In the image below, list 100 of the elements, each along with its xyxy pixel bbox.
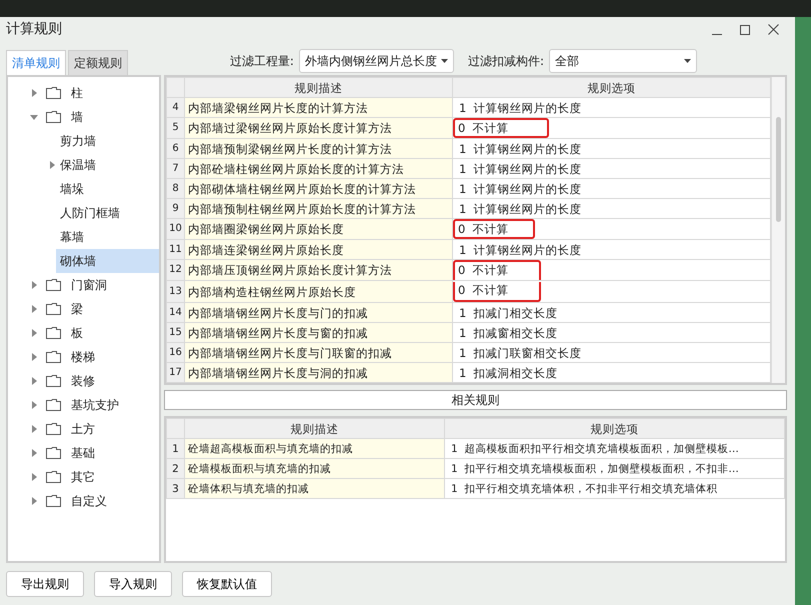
folder-icon xyxy=(46,87,61,100)
filter-dropdown[interactable]: 全部 xyxy=(549,49,697,74)
option-cell[interactable]: 1 扣平行相交填充墙体积，不扣非平行相交填充墙体积 xyxy=(444,478,784,499)
table-cell[interactable]: 内部墙圈梁钢丝网片原始长度 xyxy=(184,218,452,240)
section-header: 相关规则 xyxy=(164,390,787,410)
table-cell[interactable]: 内部砼墙柱钢丝网片原始长度的计算方法 xyxy=(184,158,452,179)
table-cell[interactable]: 内部墙墙钢丝网片长度与洞的扣减 xyxy=(184,362,452,383)
action-button[interactable]: 恢复默认值 xyxy=(182,571,272,598)
caret-right-icon[interactable] xyxy=(50,161,54,170)
caret-right-icon[interactable] xyxy=(32,353,36,362)
row-number: 3 xyxy=(166,478,184,499)
caret-down-icon[interactable] xyxy=(30,114,38,120)
option-cell[interactable]: 1 计算钢丝网片的长度 xyxy=(452,198,770,219)
tree-item[interactable]: 其它 xyxy=(8,465,159,490)
table-cell[interactable]: 内部墙预制梁钢丝网片长度的计算方法 xyxy=(184,138,452,159)
folder-icon xyxy=(46,399,61,412)
caret-right-icon[interactable] xyxy=(32,449,36,458)
caret-right-icon[interactable] xyxy=(32,329,36,338)
option-cell[interactable]: 1 计算钢丝网片的长度 xyxy=(452,138,770,159)
table-cell[interactable]: 砼墙超高模板面积与填充墙的扣减 xyxy=(184,438,444,459)
caret-right-icon[interactable] xyxy=(32,305,36,314)
row-number: 11 xyxy=(166,240,184,260)
table-cell[interactable]: 砼墙模板面积与填充墙的扣减 xyxy=(184,458,444,479)
column-header: 规则选项 xyxy=(444,418,784,439)
tree-item[interactable]: 楼梯 xyxy=(8,345,159,370)
table-cell[interactable]: 内部墙压顶钢丝网片原始长度计算方法 xyxy=(184,260,452,281)
table-cell[interactable]: 内部墙过梁钢丝网片原始长度计算方法 xyxy=(184,118,452,139)
row-number: 12 xyxy=(166,260,184,281)
table-cell[interactable]: 内部墙连梁钢丝网片原始长度 xyxy=(184,240,452,260)
row-number: 4 xyxy=(166,98,184,118)
column-header: 规则选项 xyxy=(452,78,770,98)
option-cell[interactable]: 1 超高模板面积扣平行相交填充墙模板面积，加侧壁模板… xyxy=(444,438,784,459)
minimize-icon xyxy=(712,34,722,36)
caret-right-icon[interactable] xyxy=(32,497,36,506)
caret-right-icon[interactable] xyxy=(32,89,36,98)
option-cell[interactable]: 0 不计算 xyxy=(452,260,770,281)
action-button[interactable]: 导入规则 xyxy=(94,571,172,598)
tree-item[interactable]: 门窗洞 xyxy=(8,273,159,298)
table-cell[interactable]: 内部砌体墙柱钢丝网片原始长度的计算方法 xyxy=(184,178,452,199)
option-cell[interactable]: 1 计算钢丝网片的长度 xyxy=(452,240,770,260)
option-cell[interactable]: 0 不计算 xyxy=(452,280,770,303)
tree-item[interactable]: 土方 xyxy=(8,417,159,442)
tree-item[interactable]: 梁 xyxy=(8,297,159,322)
row-number: 16 xyxy=(166,342,184,363)
rule-tab[interactable]: 定额规则 xyxy=(68,50,128,76)
tree-item[interactable]: 柱 xyxy=(8,81,159,106)
tree-item[interactable]: 装修 xyxy=(8,369,159,394)
table-cell[interactable]: 砼墙体积与填充墙的扣减 xyxy=(184,478,444,499)
maximize-icon xyxy=(740,24,750,35)
row-number: 2 xyxy=(166,458,184,479)
row-number: 10 xyxy=(166,218,184,240)
folder-icon xyxy=(46,351,61,364)
caret-right-icon[interactable] xyxy=(32,281,36,290)
action-button[interactable]: 导出规则 xyxy=(6,571,84,598)
table-cell[interactable]: 内部墙梁钢丝网片长度的计算方法 xyxy=(184,98,452,118)
tree-item[interactable]: 剪力墙 xyxy=(8,129,159,154)
caret-right-icon[interactable] xyxy=(32,401,36,410)
column-header: 规则描述 xyxy=(184,78,452,98)
row-number: 8 xyxy=(166,178,184,199)
option-cell[interactable]: 1 扣减洞相交长度 xyxy=(452,362,770,383)
tree-item[interactable]: 保温墙 xyxy=(8,153,159,178)
tree-item[interactable]: 板 xyxy=(8,321,159,346)
row-number: 1 xyxy=(166,438,184,459)
table-cell[interactable]: 内部墙构造柱钢丝网片原始长度 xyxy=(184,280,452,303)
option-cell[interactable]: 0 不计算 xyxy=(452,118,770,139)
folder-icon xyxy=(46,447,61,460)
option-cell[interactable]: 1 计算钢丝网片的长度 xyxy=(452,178,770,199)
tree-item[interactable]: 墙垛 xyxy=(8,177,159,202)
folder-icon xyxy=(46,471,61,484)
table-cell[interactable]: 内部墙墙钢丝网片长度与窗的扣减 xyxy=(184,322,452,343)
option-cell[interactable]: 1 扣减门相交长度 xyxy=(452,302,770,323)
tree-item[interactable]: 墙 xyxy=(8,105,159,130)
tree-item[interactable]: 人防门框墙 xyxy=(8,201,159,226)
row-number: 13 xyxy=(166,280,184,303)
tree-item[interactable]: 基坑支护 xyxy=(8,393,159,418)
option-cell[interactable]: 1 扣平行相交填充墙模板面积，加侧壁模板面积，不扣非… xyxy=(444,458,784,479)
caret-right-icon[interactable] xyxy=(32,377,36,386)
table-cell[interactable]: 内部墙墙钢丝网片长度与门的扣减 xyxy=(184,302,452,323)
scrollbar-thumb[interactable] xyxy=(776,117,781,222)
table-cell[interactable]: 内部墙预制柱钢丝网片原始长度的计算方法 xyxy=(184,198,452,219)
option-cell[interactable]: 1 扣减门联窗相交长度 xyxy=(452,342,770,363)
tree-item[interactable]: 基础 xyxy=(8,441,159,466)
option-cell[interactable]: 0 不计算 xyxy=(452,218,770,240)
option-cell[interactable]: 1 计算钢丝网片的长度 xyxy=(452,98,770,118)
row-number: 14 xyxy=(166,302,184,323)
filter-label: 过滤工程量: xyxy=(230,53,294,70)
tree-item[interactable]: 幕墙 xyxy=(8,225,159,250)
caret-right-icon[interactable] xyxy=(32,425,36,434)
table-cell[interactable]: 内部墙墙钢丝网片长度与门联窗的扣减 xyxy=(184,342,452,363)
folder-icon xyxy=(46,423,61,436)
tree-item[interactable]: 砌体墙 xyxy=(56,249,159,274)
option-cell[interactable]: 1 计算钢丝网片的长度 xyxy=(452,158,770,179)
caret-right-icon[interactable] xyxy=(32,473,36,482)
window-title: 计算规则 xyxy=(6,20,62,40)
rule-tab[interactable]: 清单规则 xyxy=(6,50,66,76)
tree-item[interactable]: 自定义 xyxy=(8,489,159,514)
filter-dropdown[interactable]: 外墙内侧钢丝网片总长度 xyxy=(298,49,454,74)
row-number: 6 xyxy=(166,138,184,159)
filter-label: 过滤扣减构件: xyxy=(468,53,544,70)
option-cell[interactable]: 1 扣减窗相交长度 xyxy=(452,322,770,343)
